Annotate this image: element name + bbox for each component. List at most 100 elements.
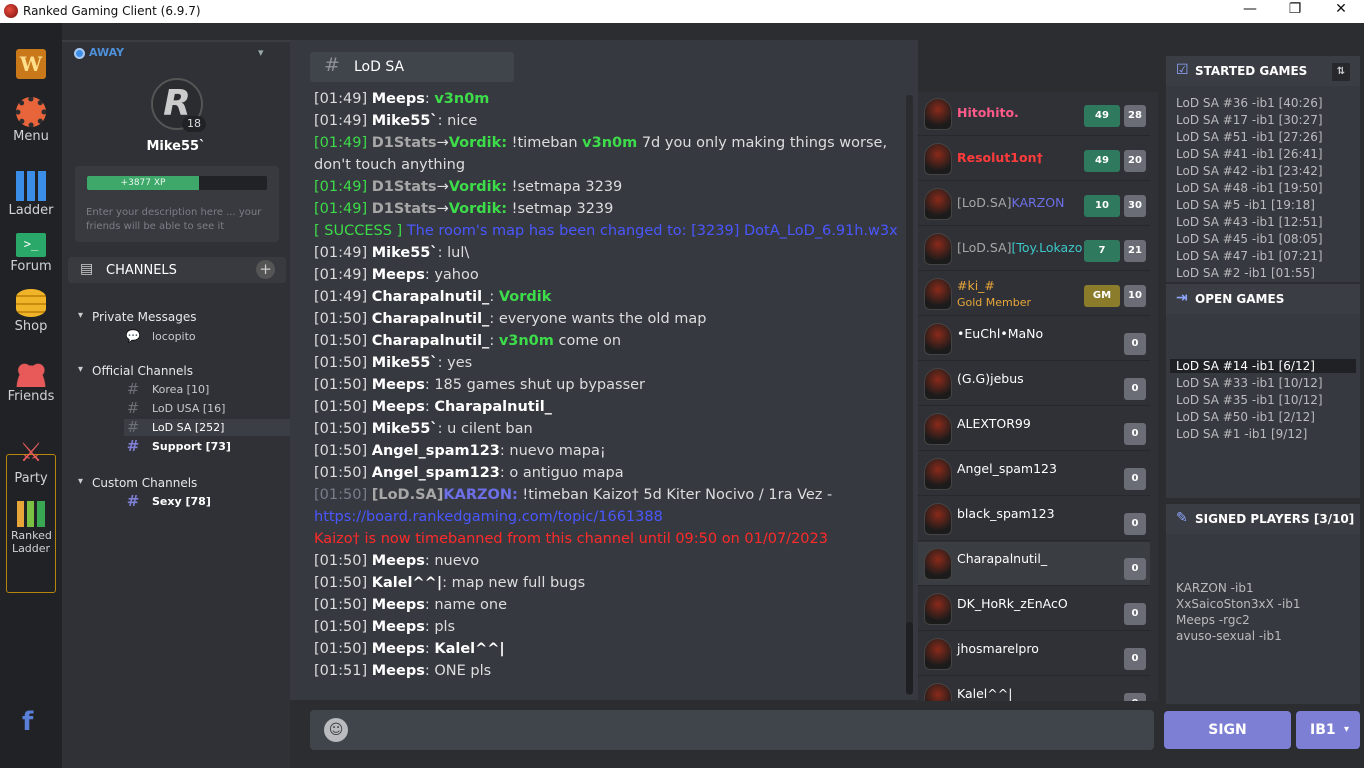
friends-button[interactable]: Friends (0, 363, 62, 404)
channel-item[interactable]: 💬 locopito (124, 328, 292, 345)
forum-button[interactable]: >_ Forum (0, 233, 62, 274)
game-item[interactable]: LoD SA #45 -ib1 [08:05] (1176, 232, 1323, 246)
message-user[interactable]: Meeps (372, 663, 425, 679)
player-row[interactable]: jhosmarelpro 0 (918, 632, 1150, 676)
message-mention: v3n0m (434, 91, 490, 107)
message-user[interactable]: Charapalnutil_ (372, 289, 490, 305)
signed-player-item[interactable]: Meeps -rgc2 (1176, 613, 1250, 627)
player-row[interactable]: [LoD.SA][Toy.Lokazo 7 21 (918, 227, 1150, 271)
add-channel-button[interactable]: + (256, 260, 275, 279)
message-link[interactable]: https://board.rankedgaming.com/topic/166… (314, 509, 663, 525)
message-user[interactable]: Meeps (372, 597, 425, 613)
message-recipient[interactable]: Vordik: (449, 201, 507, 217)
game-item[interactable]: LoD SA #2 -ib1 [01:55] (1176, 266, 1315, 280)
channel-group-2[interactable]: ▾ Custom Channels (78, 476, 197, 490)
shop-button[interactable]: Shop (0, 289, 62, 334)
sort-icon[interactable]: ⇅ (1332, 63, 1350, 81)
channel-item[interactable]: # Korea [10] (124, 381, 292, 398)
message-user[interactable]: Mike55` (372, 113, 438, 129)
player-row[interactable]: black_spam123 0 (918, 497, 1150, 541)
game-item[interactable]: LoD SA #17 -ib1 [30:27] (1176, 113, 1323, 127)
channel-item[interactable]: # LoD USA [16] (124, 400, 292, 417)
player-row[interactable]: ALEXTOR99 0 (918, 407, 1150, 451)
player-row[interactable]: Kalel^^| 0 (918, 677, 1150, 701)
game-item[interactable]: LoD SA #14 -ib1 [6/12] (1170, 359, 1356, 373)
game-item[interactable]: LoD SA #43 -ib1 [12:51] (1176, 215, 1323, 229)
maximize-button[interactable]: ❐ (1275, 1, 1315, 17)
game-item[interactable]: LoD SA #41 -ib1 [26:41] (1176, 147, 1323, 161)
player-row[interactable]: DK_HoRk_zEnAcO 0 (918, 587, 1150, 631)
player-row[interactable]: •EuChl•MaNo 0 (918, 317, 1150, 361)
message-user[interactable]: Mike55` (372, 421, 438, 437)
channel-item[interactable]: # Support [73] (124, 438, 292, 455)
chat-scrollbar-thumb[interactable] (906, 622, 913, 694)
join-icon: ⇥ (1176, 290, 1188, 306)
game-item[interactable]: LoD SA #47 -ib1 [07:21] (1176, 249, 1323, 263)
game-item[interactable]: LoD SA #35 -ib1 [10/12] (1176, 393, 1323, 407)
signed-player-item[interactable]: XxSaicoSton3xX -ib1 (1176, 597, 1301, 611)
game-item[interactable]: LoD SA #1 -ib1 [9/12] (1176, 427, 1307, 441)
message-user[interactable]: Meeps (372, 619, 425, 635)
channel-item[interactable]: # LoD SA [252] (124, 419, 292, 436)
party-button[interactable]: ⚔ Party (0, 437, 62, 486)
menu-button[interactable]: Menu (0, 97, 62, 144)
channel-group-0[interactable]: ▾ Private Messages (78, 310, 197, 324)
message-user[interactable]: Meeps (372, 641, 425, 657)
close-button[interactable]: ✕ (1321, 1, 1361, 17)
region-select[interactable]: IB1 ▾ (1296, 711, 1360, 749)
ranked-ladder-button[interactable]: Ranked Ladder (0, 501, 62, 555)
message-recipient[interactable]: Vordik: (449, 135, 507, 151)
chat-scrollbar[interactable] (906, 95, 913, 695)
message-row: [01:50] Meeps: Kalel^^| (314, 638, 904, 660)
hash-icon: # (126, 492, 140, 510)
channel-tab[interactable]: # LoD SA (310, 52, 514, 82)
warcraft-logo-button[interactable]: W (0, 49, 62, 81)
message-user[interactable]: Charapalnutil_ (372, 311, 490, 327)
game-item[interactable]: LoD SA #42 -ib1 [23:42] (1176, 164, 1323, 178)
message-user[interactable]: D1Stats (372, 135, 437, 151)
message-user[interactable]: Mike55` (372, 355, 438, 371)
game-item[interactable]: LoD SA #36 -ib1 [40:26] (1176, 96, 1323, 110)
player-row[interactable]: #ki_# Gold Member GM 10 (918, 272, 1150, 316)
game-item[interactable]: LoD SA #5 -ib1 [19:18] (1176, 198, 1315, 212)
ladder-button[interactable]: Ladder (0, 171, 62, 218)
message-user[interactable]: Meeps (372, 377, 425, 393)
player-row[interactable]: Charapalnutil_ 0 (918, 542, 1150, 586)
message-user[interactable]: Mike55` (372, 245, 438, 261)
facebook-icon[interactable]: f (22, 707, 33, 737)
player-row[interactable]: Resolut1on† 49 20 (918, 137, 1150, 181)
message-user[interactable]: Meeps (372, 553, 425, 569)
emoji-icon[interactable]: ☺ (324, 718, 348, 742)
message-user[interactable]: Meeps (372, 91, 425, 107)
sign-button[interactable]: SIGN (1164, 711, 1291, 749)
message-user[interactable]: KARZON: (443, 487, 517, 503)
channel-group-1[interactable]: ▾ Official Channels (78, 364, 193, 378)
player-row[interactable]: Angel_spam123 0 (918, 452, 1150, 496)
description-field[interactable]: Enter your description here ... your fri… (86, 206, 272, 234)
player-row[interactable]: (G.G)jebus 0 (918, 362, 1150, 406)
channel-item[interactable]: # Sexy [78] (124, 493, 292, 510)
message-user[interactable]: Angel_spam123 (372, 443, 500, 459)
message-user[interactable]: Kalel^^| (372, 575, 442, 591)
message-user[interactable]: Charapalnutil_ (372, 333, 490, 349)
game-item[interactable]: LoD SA #48 -ib1 [19:50] (1176, 181, 1323, 195)
game-item[interactable]: LoD SA #33 -ib1 [10/12] (1176, 376, 1323, 390)
message-recipient[interactable]: Vordik: (449, 179, 507, 195)
channel-group-label: Official Channels (92, 364, 193, 378)
game-item[interactable]: LoD SA #51 -ib1 [27:26] (1176, 130, 1323, 144)
chevron-down-icon[interactable]: ▾ (258, 46, 264, 59)
minimize-button[interactable]: — (1230, 1, 1270, 17)
signed-player-item[interactable]: avuso-sexual -ib1 (1176, 629, 1282, 643)
player-row[interactable]: Hitohito. 49 28 (918, 92, 1150, 136)
player-avatar (924, 143, 952, 175)
message-user[interactable]: Angel_spam123 (372, 465, 500, 481)
message-user[interactable]: D1Stats (372, 179, 437, 195)
signed-player-item[interactable]: KARZON -ib1 (1176, 581, 1254, 595)
message-input[interactable]: ☺ (310, 710, 1154, 750)
game-item[interactable]: LoD SA #50 -ib1 [2/12] (1176, 410, 1315, 424)
message-user[interactable]: D1Stats (372, 201, 437, 217)
status-selector[interactable]: AWAY (74, 46, 124, 59)
player-row[interactable]: [LoD.SA]KARZON 10 30 (918, 182, 1150, 226)
message-user[interactable]: Meeps (372, 267, 425, 283)
message-user[interactable]: Meeps (372, 399, 425, 415)
